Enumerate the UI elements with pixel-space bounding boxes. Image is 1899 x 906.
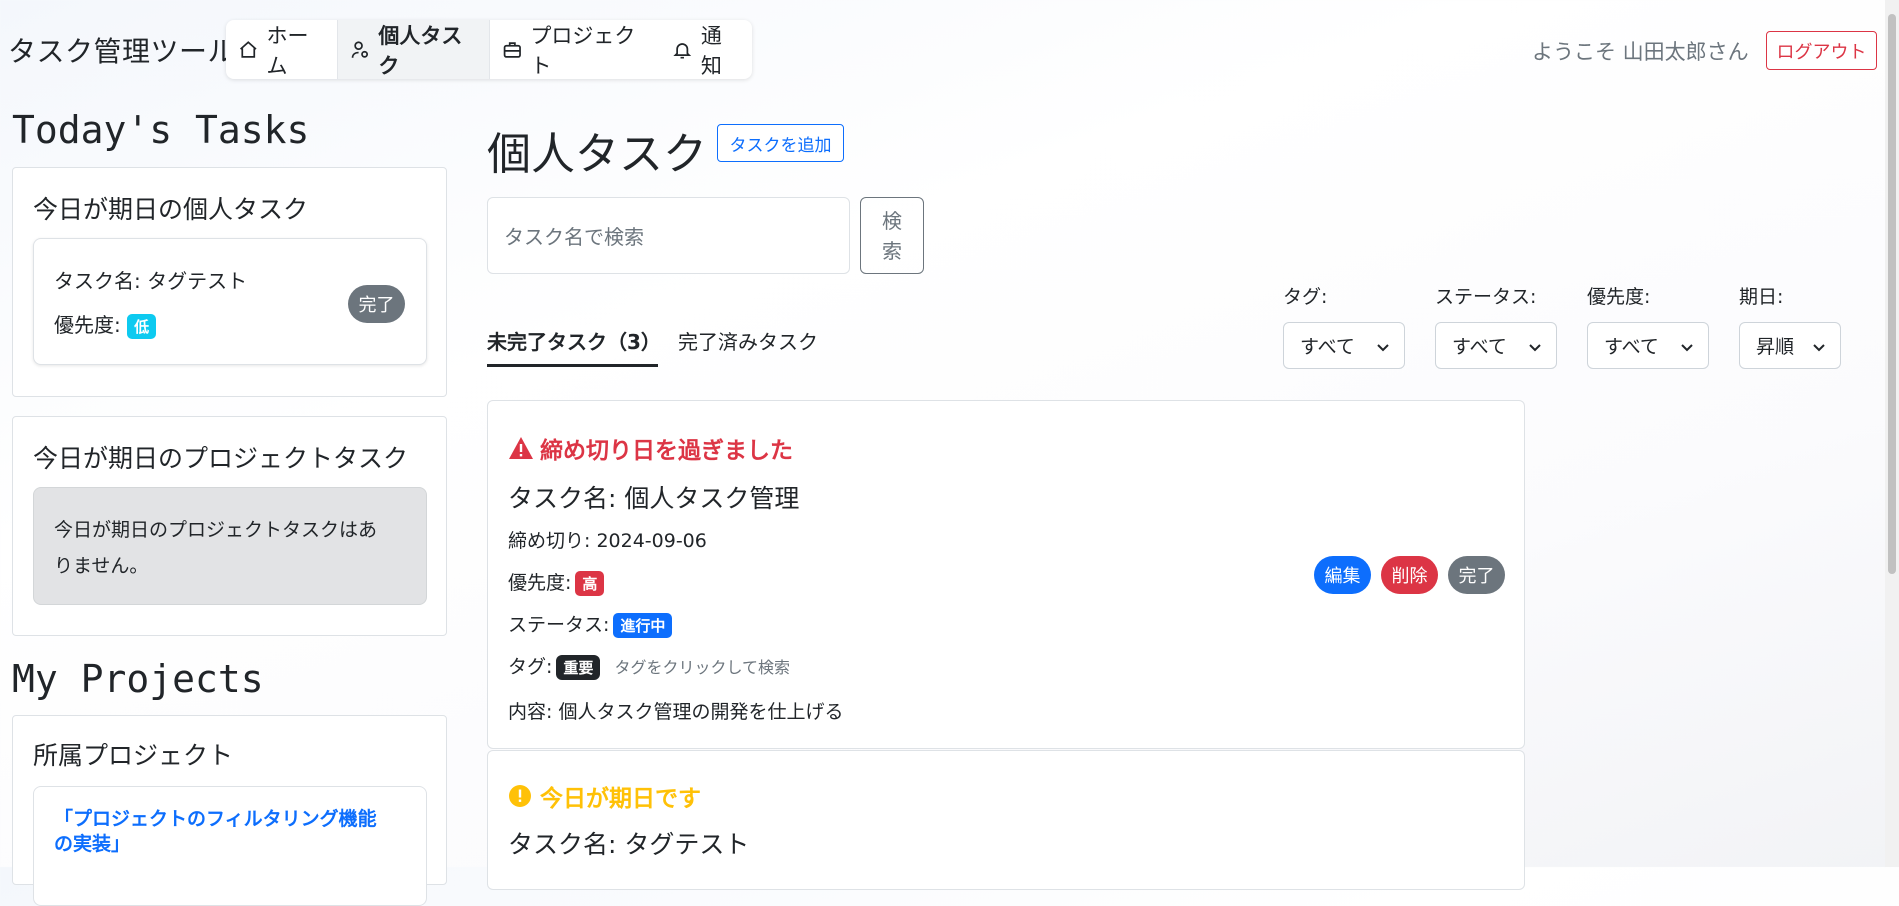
chevron-down-icon — [1377, 344, 1389, 352]
search-input[interactable]: タスク名で検索 — [487, 197, 850, 274]
nav-notifications[interactable]: 通知 — [660, 20, 752, 79]
filter-due-label: 期日: — [1739, 286, 1784, 308]
scrollbar-track[interactable] — [1885, 0, 1899, 867]
briefcase-icon — [503, 41, 521, 58]
no-project-tasks-text: 今日が期日のプロジェクトタスクはあ りません。 — [54, 512, 377, 584]
bell-icon — [673, 42, 692, 59]
task-status-label: ステータス: — [508, 614, 610, 636]
projects-card: 所属プロジェクト 「プロジェクトのフィルタリング機能 の実装」 — [12, 715, 447, 906]
overdue-alert: 締め切り日を過ぎました — [508, 431, 793, 465]
no-project-tasks-alert: 今日が期日のプロジェクトタスクはあ りません。 — [33, 487, 427, 605]
nav-home-label: ホーム — [266, 23, 309, 78]
search-button[interactable]: 検 索 — [860, 197, 924, 274]
task-name: タスク名: タグテスト — [508, 830, 750, 859]
welcome-text: ようこそ 山田太郎さん — [1532, 40, 1749, 64]
chevron-down-icon — [1529, 344, 1541, 352]
app-title: タスク管理ツール — [8, 35, 237, 68]
nav-notifications-label: 通知 — [700, 23, 722, 78]
priority-badge: 高 — [575, 571, 605, 596]
today-personal-title: 今日が期日の個人タスク — [33, 195, 309, 224]
person-gear-icon — [351, 40, 368, 58]
chevron-down-icon — [1813, 344, 1825, 352]
priority-label: 優先度: — [54, 313, 121, 337]
task-tags: タグ: 重要 タグをクリックして検索 — [508, 652, 790, 680]
project-item[interactable]: 「プロジェクトのフィルタリング機能 の実装」 — [33, 786, 427, 906]
priority-badge: 低 — [127, 314, 157, 339]
task-status: ステータス: 進行中 — [508, 610, 673, 638]
today-tasks-heading: Today's Tasks — [12, 108, 310, 152]
nav-projects[interactable]: プロジェクト — [490, 20, 661, 79]
task-priority-label: 優先度: — [508, 572, 572, 594]
delete-button[interactable]: 削除 — [1381, 556, 1438, 594]
no-project-tasks-line1: 今日が期日のプロジェクトタスクはあ — [54, 519, 378, 541]
task-content: 内容: 個人タスク管理の開発を仕上げる — [508, 701, 844, 723]
task-card: 締め切り日を過ぎました タスク名: 個人タスク管理 締め切り: 2024-09-… — [487, 400, 1525, 749]
active-tab-indicator — [487, 364, 658, 367]
project-link-line1: 「プロジェクトのフィルタリング機能 — [54, 808, 377, 830]
filter-due-select[interactable]: 昇順 — [1739, 322, 1841, 369]
due-today-alert: 今日が期日です — [508, 779, 701, 813]
due-today-alert-text: 今日が期日です — [540, 786, 701, 812]
project-link[interactable]: 「プロジェクトのフィルタリング機能 の実装」 — [54, 807, 377, 857]
nav-personal-label: 個人タスク — [378, 23, 463, 78]
home-icon — [239, 40, 257, 58]
logout-button[interactable]: ログアウト — [1766, 31, 1877, 70]
task-name: タスク名: 個人タスク管理 — [508, 484, 800, 513]
nav-home[interactable]: ホーム — [226, 20, 337, 79]
today-task-priority: 優先度: 低 — [54, 309, 157, 339]
warning-triangle-icon — [509, 437, 533, 459]
task-tag-label: タグ: — [508, 656, 553, 678]
chevron-down-icon — [1681, 344, 1693, 352]
today-task-item: タスク名: タグテスト 優先度: 低 完了 — [33, 238, 427, 365]
filter-due-value: 昇順 — [1756, 336, 1795, 358]
overdue-alert-text: 締め切り日を過ぎました — [540, 438, 793, 464]
filter-status-label: ステータス: — [1435, 286, 1537, 308]
filter-tag-select[interactable]: すべて — [1283, 322, 1405, 369]
complete-button[interactable]: 完了 — [1448, 556, 1505, 594]
task-card: 今日が期日です タスク名: タグテスト — [487, 750, 1525, 890]
filter-tag-label: タグ: — [1283, 286, 1328, 308]
scrollbar-thumb[interactable] — [1888, 14, 1896, 574]
task-deadline: 締め切り: 2024-09-06 — [508, 530, 707, 552]
filter-priority-value: すべて — [1604, 336, 1659, 358]
filter-priority-label: 優先度: — [1587, 286, 1651, 308]
no-project-tasks-line2: りません。 — [54, 555, 149, 577]
filter-status-value: すべて — [1452, 336, 1507, 358]
page-title: 個人タスク — [487, 129, 707, 180]
filter-priority-select[interactable]: すべて — [1587, 322, 1709, 369]
nav-projects-label: プロジェクト — [530, 23, 636, 78]
task-priority: 優先度: 高 — [508, 568, 605, 596]
today-task-complete-button[interactable]: 完了 — [348, 285, 405, 323]
exclamation-circle-icon — [509, 785, 531, 807]
project-link-line2: の実装」 — [54, 833, 131, 855]
today-project-card: 今日が期日のプロジェクトタスク 今日が期日のプロジェクトタスクはあ りません。 — [12, 416, 447, 636]
today-personal-card: 今日が期日の個人タスク タスク名: タグテスト 優先度: 低 完了 — [12, 167, 447, 397]
search-button-line1: 検 — [882, 208, 902, 233]
add-task-button[interactable]: タスクを追加 — [717, 124, 844, 162]
nav-personal-tasks[interactable]: 個人タスク — [336, 20, 490, 79]
tag-hint: タグをクリックして検索 — [614, 658, 790, 677]
projects-card-title: 所属プロジェクト — [33, 741, 234, 770]
filter-tag-value: すべて — [1300, 336, 1355, 358]
tab-completed[interactable]: 完了済みタスク — [678, 326, 818, 355]
today-project-title: 今日が期日のプロジェクトタスク — [33, 444, 409, 473]
today-task-name: タスク名: タグテスト — [54, 269, 248, 293]
status-badge: 進行中 — [613, 613, 673, 638]
tab-incomplete[interactable]: 未完了タスク（3） — [487, 326, 661, 355]
edit-button[interactable]: 編集 — [1314, 556, 1371, 594]
filter-status-select[interactable]: すべて — [1435, 322, 1557, 369]
main-nav: ホーム 個人タスク プロジェクト 通知 — [226, 20, 752, 79]
tag-badge[interactable]: 重要 — [556, 655, 601, 680]
search-button-line2: 索 — [882, 238, 902, 263]
my-projects-heading: My Projects — [12, 657, 264, 701]
